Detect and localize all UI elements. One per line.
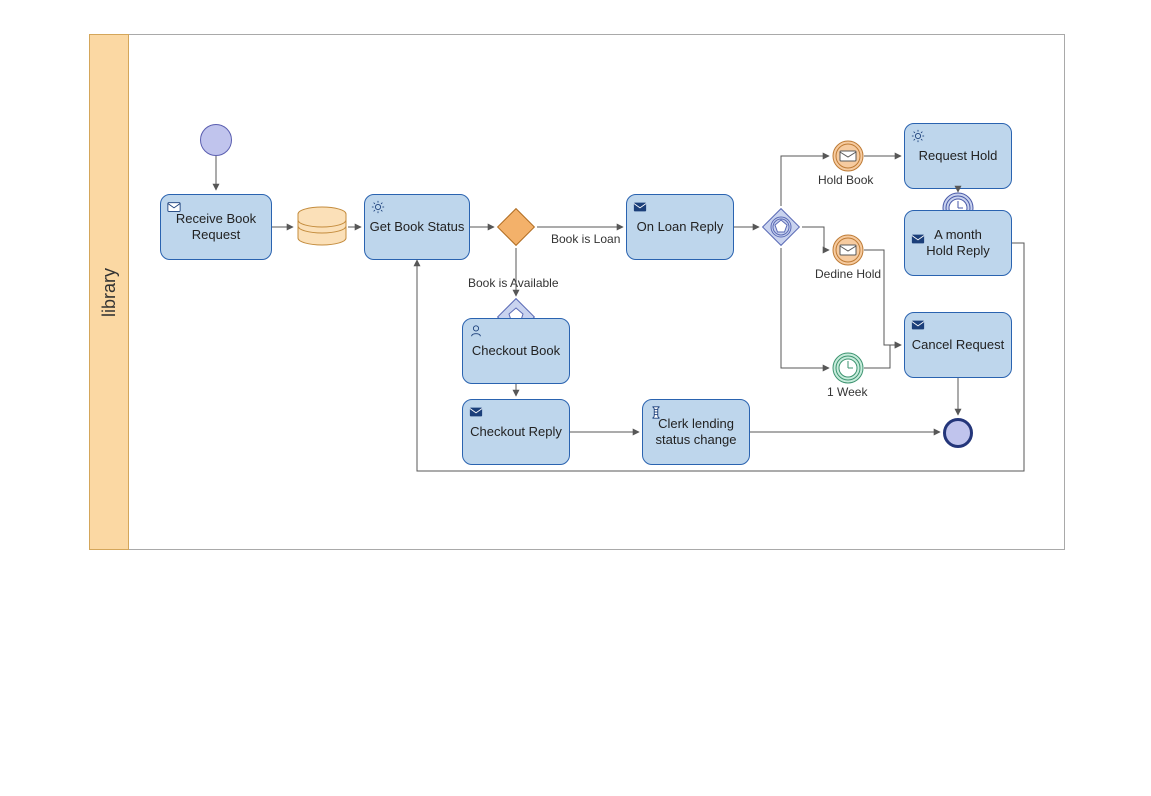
edge-label-one-week: 1 Week bbox=[827, 385, 867, 399]
task-label: Get Book Status bbox=[370, 219, 465, 235]
task-label: A month Hold Reply bbox=[926, 227, 990, 260]
task-label: Receive Book Request bbox=[165, 211, 267, 244]
task-checkout-reply: Checkout Reply bbox=[462, 399, 570, 465]
gear-icon bbox=[371, 200, 385, 214]
script-icon bbox=[649, 405, 663, 419]
intermediate-message-hold-book bbox=[832, 140, 864, 172]
task-label: On Loan Reply bbox=[637, 219, 724, 235]
data-store bbox=[296, 206, 348, 246]
task-hold-reply: A month Hold Reply bbox=[904, 210, 1012, 276]
task-get-book-status: Get Book Status bbox=[364, 194, 470, 260]
envelope-filled-icon bbox=[911, 216, 925, 230]
envelope-icon bbox=[167, 200, 181, 214]
start-event bbox=[200, 124, 232, 156]
task-label: Checkout Reply bbox=[470, 424, 562, 440]
envelope-filled-icon bbox=[911, 318, 925, 332]
exclusive-gateway bbox=[495, 206, 537, 248]
bpmn-canvas: library Receive Book Request Get Book St… bbox=[0, 0, 1151, 796]
edge-label-book-is-loan: Book is Loan bbox=[551, 232, 620, 246]
edge-label-book-is-available: Book is Available bbox=[468, 276, 559, 290]
task-label: Clerk lending status change bbox=[647, 416, 745, 449]
task-checkout-book: Checkout Book bbox=[462, 318, 570, 384]
gear-icon bbox=[911, 129, 925, 143]
task-label: Cancel Request bbox=[912, 337, 1005, 353]
event-based-gateway bbox=[760, 206, 802, 248]
pool-border bbox=[89, 34, 1065, 550]
pool-label: library bbox=[99, 267, 120, 316]
envelope-filled-icon bbox=[469, 405, 483, 419]
task-label: Request Hold bbox=[919, 148, 998, 164]
envelope-filled-icon bbox=[633, 200, 647, 214]
pool-label-band: library bbox=[89, 34, 129, 550]
intermediate-timer-one-week bbox=[832, 352, 864, 384]
task-cancel-request: Cancel Request bbox=[904, 312, 1012, 378]
end-event bbox=[943, 418, 973, 448]
task-clerk-lending-status: Clerk lending status change bbox=[642, 399, 750, 465]
task-label: Checkout Book bbox=[472, 343, 560, 359]
task-on-loan-reply: On Loan Reply bbox=[626, 194, 734, 260]
edge-label-decline-hold: Dedine Hold bbox=[815, 267, 881, 281]
edge-label-hold-book: Hold Book bbox=[818, 173, 873, 187]
user-icon bbox=[469, 324, 483, 338]
intermediate-message-decline-hold bbox=[832, 234, 864, 266]
task-receive-book-request: Receive Book Request bbox=[160, 194, 272, 260]
task-request-hold: Request Hold bbox=[904, 123, 1012, 189]
